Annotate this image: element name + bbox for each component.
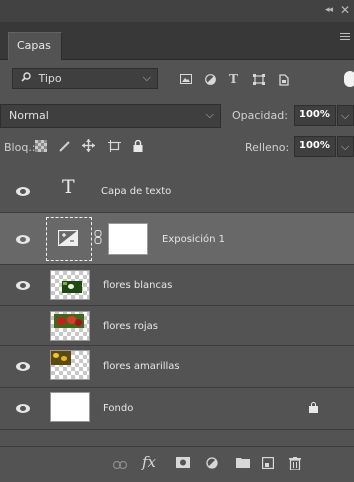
lock-row: Bloq.: Relleno: 100% ⌵ — [0, 134, 354, 160]
red-flowers-image — [54, 314, 84, 328]
visibility-eye-icon[interactable] — [16, 187, 30, 196]
new-layer-icon[interactable] — [262, 457, 275, 473]
layer-thumbnail — [50, 311, 90, 341]
lock-image-pixels-icon[interactable] — [59, 140, 71, 155]
blend-mode-row: Normal ⌵ Opacidad: 100% ⌵ — [0, 104, 354, 129]
tab-capas[interactable]: Capas — [8, 32, 62, 60]
fill-dropdown-button[interactable]: ⌵ — [337, 136, 354, 157]
chevron-down-icon: ⌵ — [142, 71, 151, 84]
chevron-down-icon: ⌵ — [205, 108, 214, 121]
new-adjustment-layer-icon[interactable] — [206, 457, 218, 473]
layer-row[interactable]: flores blancas — [0, 265, 354, 306]
new-group-folder-icon[interactable] — [236, 457, 250, 472]
fill-label: Relleno: — [245, 141, 290, 154]
exposure-adjustment-icon — [58, 230, 78, 246]
filter-kind-select[interactable]: Tipo ⌵ — [12, 68, 158, 89]
layer-row[interactable]: T Capa de texto — [0, 170, 354, 213]
add-mask-icon[interactable] — [176, 457, 190, 472]
filter-kind-label: Tipo — [38, 72, 62, 85]
layer-row[interactable]: flores amarillas — [0, 346, 354, 388]
shape-filter-icon[interactable] — [253, 74, 265, 88]
layer-thumbnail — [50, 270, 90, 300]
layer-thumbnail — [50, 392, 90, 422]
layer-name: Capa de texto — [101, 186, 172, 197]
visibility-eye-icon[interactable] — [16, 281, 30, 290]
layer-mask-thumbnail[interactable] — [108, 223, 148, 255]
layer-filter-row: Tipo ⌵ T — [0, 61, 354, 95]
white-flowers-image — [62, 281, 82, 293]
lock-icon — [309, 402, 318, 413]
layer-row[interactable]: Exposición 1 — [0, 213, 354, 265]
text-layer-thumbnail-icon: T — [62, 176, 75, 198]
blend-mode-value: Normal — [9, 109, 49, 122]
layer-name: flores amarillas — [103, 361, 180, 372]
layer-name: flores rojas — [103, 321, 158, 332]
lock-transparent-pixels-icon[interactable] — [35, 140, 47, 155]
lock-all-icon[interactable] — [133, 139, 143, 155]
link-layers-icon[interactable] — [112, 458, 128, 473]
filter-toggle-switch[interactable] — [344, 71, 354, 87]
panel-menu-icon[interactable] — [340, 33, 350, 42]
panel-tab-bar: Capas — [0, 22, 354, 60]
layer-row[interactable]: flores rojas — [0, 306, 354, 346]
fill-input[interactable]: 100% — [294, 136, 336, 157]
search-icon — [21, 72, 31, 85]
layer-thumbnail — [50, 350, 90, 380]
type-filter-icon[interactable]: T — [229, 72, 238, 86]
layer-row[interactable]: Fondo — [0, 388, 354, 430]
lock-label: Bloq.: — [4, 141, 36, 154]
layer-name: Exposición 1 — [162, 234, 225, 245]
visibility-toggle-empty[interactable] — [12, 318, 34, 334]
image-filter-icon[interactable] — [180, 74, 192, 87]
visibility-eye-icon[interactable] — [16, 362, 30, 371]
layer-style-fx-icon[interactable]: fx — [142, 453, 156, 471]
layer-name: Fondo — [103, 403, 134, 414]
lock-position-icon[interactable] — [82, 139, 95, 155]
close-panel-icon[interactable]: ✕ — [340, 3, 350, 17]
delete-layer-trash-icon[interactable] — [289, 457, 301, 474]
mask-link-icon[interactable] — [94, 230, 102, 247]
layers-bottom-toolbar: fx — [0, 446, 354, 482]
blend-mode-select[interactable]: Normal ⌵ — [0, 104, 221, 128]
lock-artboard-icon[interactable] — [108, 140, 121, 155]
opacity-dropdown-button[interactable]: ⌵ — [337, 105, 354, 126]
smart-object-filter-icon[interactable] — [279, 74, 289, 89]
layer-name: flores blancas — [103, 280, 173, 291]
panel-top-strip: ◂◂ ✕ — [0, 0, 354, 22]
layers-list: T Capa de texto Exposición 1 flores blan… — [0, 170, 354, 430]
opacity-label: Opacidad: — [232, 109, 288, 122]
visibility-eye-icon[interactable] — [16, 404, 30, 413]
yellow-flowers-image — [51, 351, 71, 365]
visibility-eye-icon[interactable] — [16, 235, 30, 244]
collapse-panel-icon[interactable]: ◂◂ — [325, 5, 333, 15]
adjustment-filter-icon[interactable] — [205, 74, 216, 88]
adjustment-thumbnail-frame — [46, 217, 92, 261]
opacity-input[interactable]: 100% — [294, 105, 336, 126]
